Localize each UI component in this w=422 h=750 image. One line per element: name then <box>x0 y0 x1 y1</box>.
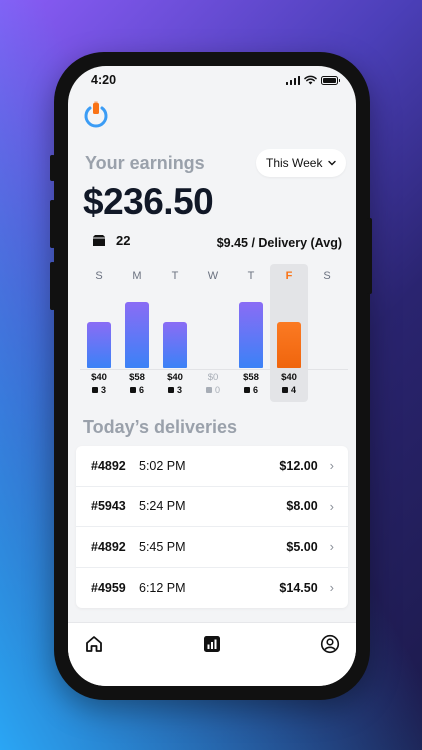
chart-icon[interactable] <box>202 634 222 654</box>
chart-day-label: T <box>247 270 255 282</box>
chart-count-label: 0 <box>194 385 232 395</box>
delivery-amount: $8.00 <box>286 499 318 514</box>
chart-count-label: 3 <box>156 385 194 395</box>
chart-bar <box>125 302 149 368</box>
chart-bar <box>277 322 301 368</box>
chart-day-column[interactable]: F $40 4 <box>270 264 308 402</box>
chart-count-label: 6 <box>118 385 156 395</box>
bag-icon <box>205 387 212 393</box>
status-bar: 4:20 <box>68 66 356 96</box>
delivery-amount: $12.00 <box>279 458 318 473</box>
chart-day-column[interactable]: T $58 6 <box>232 264 270 402</box>
delivery-id: #4892 <box>91 539 126 554</box>
deliveries-list: #4892 5:02 PM $12.00 › #5943 5:24 PM $8.… <box>76 446 348 608</box>
chart-day-label: T <box>171 270 179 282</box>
chart-count-value: 6 <box>252 385 258 395</box>
app-screen: 4:20 Your earnings This Week $236.50 22 … <box>68 66 356 686</box>
chevron-right-icon: › <box>329 539 334 555</box>
delivery-row[interactable]: #5943 5:24 PM $8.00 › <box>76 487 348 527</box>
chart-day-column[interactable]: W $0 0 <box>194 264 232 402</box>
power-button <box>367 218 372 294</box>
chevron-right-icon: › <box>329 458 334 474</box>
battery-icon <box>321 75 340 85</box>
bag-icon <box>167 387 174 393</box>
chart-value-label: $40 <box>91 372 107 383</box>
chart-count-label: 4 <box>270 385 308 395</box>
bag-icon <box>91 387 98 393</box>
delivery-id: #5943 <box>91 499 126 514</box>
delivery-amount: $14.50 <box>279 580 318 595</box>
chart-day-column[interactable]: M $58 6 <box>118 264 156 402</box>
chart-count-value: 3 <box>176 385 182 395</box>
chart-day-label: M <box>132 270 142 282</box>
delivery-row[interactable]: #4892 5:02 PM $12.00 › <box>76 446 348 487</box>
tab-bar <box>68 622 356 686</box>
volume-down-button <box>50 262 55 310</box>
chart-value-label: $0 <box>207 372 219 383</box>
mute-switch <box>50 155 55 181</box>
chart-count-label: 3 <box>80 385 118 395</box>
chart-day-label: S <box>95 270 103 282</box>
deliveries-count-value: 22 <box>116 233 131 248</box>
chart-day-column[interactable]: T $40 3 <box>156 264 194 402</box>
chart-bar <box>87 322 111 368</box>
app-logo-icon <box>84 101 108 128</box>
chart-day-column[interactable]: S <box>308 264 346 402</box>
wifi-icon <box>304 75 317 85</box>
bag-icon <box>93 235 105 246</box>
deliveries-title: Today’s deliveries <box>83 417 238 437</box>
volume-up-button <box>50 200 55 248</box>
delivery-time: 5:45 PM <box>139 539 186 554</box>
delivery-amount: $5.00 <box>286 539 318 554</box>
chart-day-label: W <box>207 270 219 282</box>
chart-value-label: $58 <box>243 372 259 383</box>
delivery-time: 6:12 PM <box>139 580 186 595</box>
status-time: 4:20 <box>91 73 117 87</box>
chart-value-label: $58 <box>129 372 145 383</box>
average-per-delivery: $9.45 / Delivery (Avg) <box>216 236 342 250</box>
delivery-row[interactable]: #4892 5:45 PM $5.00 › <box>76 527 348 568</box>
period-dropdown[interactable]: This Week <box>256 149 346 177</box>
chart-value-label: $40 <box>167 372 183 383</box>
delivery-id: #4959 <box>91 580 126 595</box>
chart-count-value: 6 <box>138 385 144 395</box>
profile-icon[interactable] <box>320 634 340 654</box>
bag-icon <box>281 387 288 393</box>
chart-day-column[interactable]: S $40 3 <box>80 264 118 402</box>
chart-value-label: $40 <box>281 372 297 383</box>
chevron-right-icon: › <box>329 498 334 514</box>
chart-count-value: 3 <box>100 385 106 395</box>
earnings-label: Your earnings <box>85 153 205 173</box>
chevron-down-icon <box>328 160 337 166</box>
deliveries-count: 22 <box>92 233 130 248</box>
delivery-time: 5:02 PM <box>139 458 186 473</box>
bag-icon <box>243 387 250 393</box>
chart-day-label: S <box>323 270 331 282</box>
chart-day-label: F <box>285 270 293 282</box>
chart-count-label: 6 <box>232 385 270 395</box>
delivery-row[interactable]: #4959 6:12 PM $14.50 › <box>76 568 348 609</box>
home-icon[interactable] <box>84 634 104 654</box>
chart-count-value: 4 <box>290 385 296 395</box>
weekly-earnings-chart: S $40 3 M $58 6 T $40 3 W $0 0 T $58 6 F $40 4 S <box>80 264 348 404</box>
chart-bar <box>239 302 263 368</box>
cellular-icon <box>285 75 300 85</box>
delivery-id: #4892 <box>91 458 126 473</box>
period-value: This Week <box>266 156 323 170</box>
chart-bar <box>163 322 187 368</box>
chevron-right-icon: › <box>329 580 334 596</box>
delivery-time: 5:24 PM <box>139 499 186 514</box>
chart-count-value: 0 <box>214 385 220 395</box>
earnings-amount: $236.50 <box>83 181 214 222</box>
bag-icon <box>129 387 136 393</box>
